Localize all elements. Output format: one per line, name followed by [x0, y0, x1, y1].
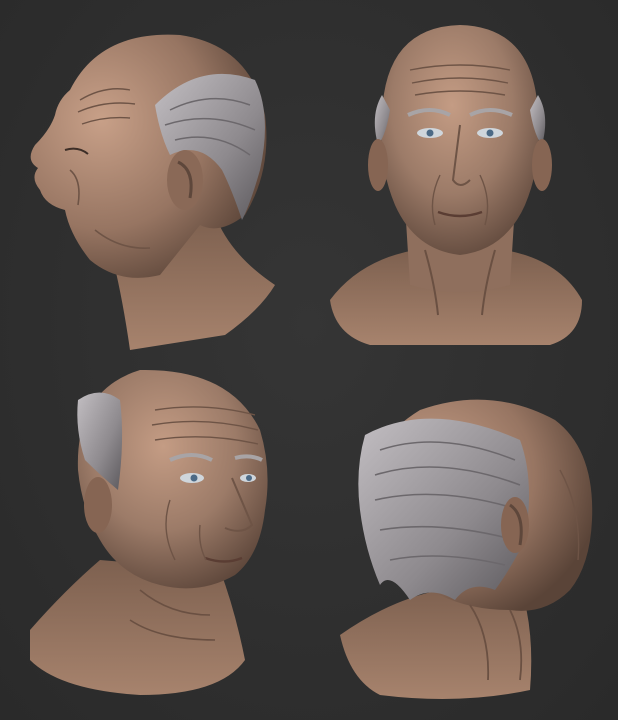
head-view-back-right — [320, 390, 610, 710]
head-view-three-quarter — [20, 360, 300, 705]
head-left-profile-render — [30, 34, 275, 350]
head-front-render — [330, 25, 582, 345]
render-canvas — [0, 0, 618, 720]
head-view-left-profile — [10, 20, 290, 360]
head-view-front — [320, 15, 600, 360]
head-back-right-render — [340, 399, 593, 699]
head-three-quarter-render — [30, 369, 268, 695]
